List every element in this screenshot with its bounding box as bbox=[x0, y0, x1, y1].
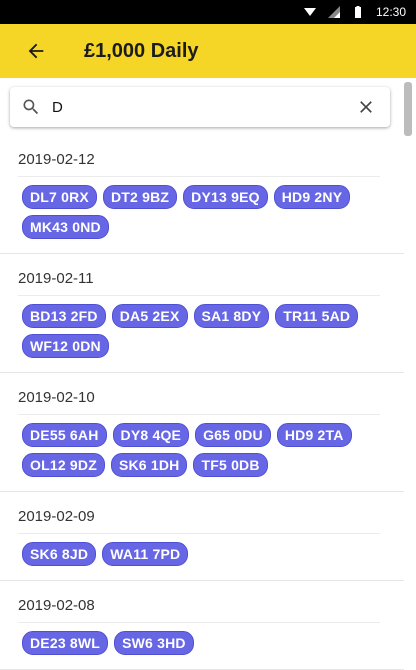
search-input[interactable] bbox=[52, 92, 342, 122]
postcode-chip[interactable]: DT2 9BZ bbox=[102, 185, 178, 209]
group-date: 2019-02-08 bbox=[18, 597, 95, 614]
group-date: 2019-02-09 bbox=[18, 508, 95, 525]
postcode-chip[interactable]: DY8 4QE bbox=[112, 423, 190, 447]
postcode-chip[interactable]: G65 0DU bbox=[195, 423, 271, 447]
postcode-chip-list: BD13 2FD DA5 2EX SA1 8DY TR11 5AD WF12 0… bbox=[0, 296, 404, 372]
postcode-chip[interactable]: DA5 2EX bbox=[111, 304, 188, 328]
postcode-chip[interactable]: HD9 2TA bbox=[276, 423, 352, 447]
postcode-chip-list: DL7 0RX DT2 9BZ DY13 9EQ HD9 2NY MK43 0N… bbox=[0, 177, 404, 253]
postcode-chip[interactable]: BD13 2FD bbox=[22, 304, 106, 328]
app-bar: £1,000 Daily bbox=[0, 24, 416, 78]
postcode-chip[interactable]: DY13 9EQ bbox=[183, 185, 268, 209]
status-icons: 12:30 bbox=[303, 0, 406, 24]
postcode-chip[interactable]: TR11 5AD bbox=[275, 304, 359, 328]
postcode-chip[interactable]: DE55 6AH bbox=[22, 423, 107, 447]
status-time: 12:30 bbox=[375, 5, 406, 19]
postcode-chip[interactable]: TF5 0DB bbox=[193, 453, 268, 477]
date-group: 2019-02-08 DE23 8WL SW6 3HD bbox=[0, 581, 404, 670]
postcode-chip[interactable]: WA11 7PD bbox=[102, 542, 189, 566]
postcode-chip[interactable]: WF12 0DN bbox=[22, 334, 109, 358]
postcode-chip-list: SK6 8JD WA11 7PD bbox=[0, 534, 404, 580]
wifi-icon bbox=[303, 8, 316, 16]
postcode-chip[interactable]: SA1 8DY bbox=[193, 304, 270, 328]
postcode-chip[interactable]: DE23 8WL bbox=[22, 631, 109, 655]
results-list: 2019-02-12 DL7 0RX DT2 9BZ DY13 9EQ HD9 … bbox=[0, 135, 404, 670]
postcode-chip[interactable]: SK6 8JD bbox=[22, 542, 97, 566]
group-date: 2019-02-12 bbox=[18, 151, 95, 168]
postcode-chip[interactable]: SW6 3HD bbox=[114, 631, 194, 655]
search-bar bbox=[10, 87, 390, 127]
clear-search-button[interactable] bbox=[342, 97, 390, 117]
battery-icon bbox=[354, 6, 361, 18]
page-title: £1,000 Daily bbox=[84, 39, 199, 62]
postcode-chip-list: DE23 8WL SW6 3HD bbox=[0, 623, 404, 669]
signal-icon bbox=[327, 6, 340, 18]
search-icon-wrap bbox=[10, 97, 52, 117]
arrow-back-icon bbox=[28, 43, 44, 59]
date-group: 2019-02-10 DE55 6AH DY8 4QE G65 0DU HD9 … bbox=[0, 373, 404, 492]
date-group: 2019-02-11 BD13 2FD DA5 2EX SA1 8DY TR11… bbox=[0, 254, 404, 373]
postcode-chip[interactable]: SK6 1DH bbox=[110, 453, 188, 477]
postcode-chip[interactable]: DL7 0RX bbox=[22, 185, 97, 209]
group-date: 2019-02-11 bbox=[18, 270, 94, 287]
postcode-chip[interactable]: HD9 2NY bbox=[273, 185, 351, 209]
group-date: 2019-02-10 bbox=[18, 389, 95, 406]
status-bar: 12:30 bbox=[0, 0, 416, 24]
back-button[interactable] bbox=[12, 24, 60, 78]
date-group: 2019-02-09 SK6 8JD WA11 7PD bbox=[0, 492, 404, 581]
postcode-chip-list: DE55 6AH DY8 4QE G65 0DU HD9 2TA OL12 9D… bbox=[0, 415, 404, 491]
scrollbar-thumb[interactable] bbox=[404, 82, 412, 136]
postcode-chip[interactable]: OL12 9DZ bbox=[22, 453, 105, 477]
postcode-chip[interactable]: MK43 0ND bbox=[22, 215, 109, 239]
date-group: 2019-02-12 DL7 0RX DT2 9BZ DY13 9EQ HD9 … bbox=[0, 135, 404, 254]
search-icon bbox=[23, 99, 39, 115]
close-icon bbox=[360, 101, 372, 113]
